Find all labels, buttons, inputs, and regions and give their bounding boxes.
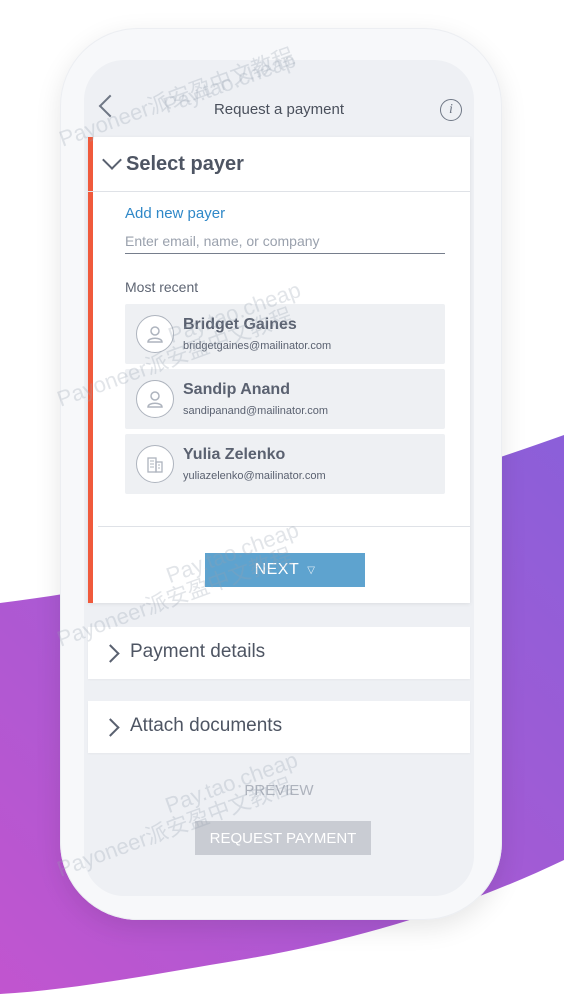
triangle-down-icon: ▽ [307,564,316,576]
app-screen: Request a payment i Select payer Add new… [84,60,474,896]
select-payer-card: Select payer Add new payer Most recent B… [88,137,470,603]
chevron-right-icon [101,644,120,663]
source-watermark: 搜狐号@陶七谷 [454,966,552,982]
chevron-right-icon [101,718,120,737]
payment-details-title: Payment details [130,641,266,662]
preview-link[interactable]: PREVIEW [84,782,474,799]
payer-name: Yulia Zelenko [183,446,286,463]
info-icon[interactable]: i [440,99,462,121]
app-header: Request a payment i [84,60,474,132]
section-divider [98,526,470,527]
building-icon [136,445,174,483]
person-icon [136,315,174,353]
payer-email: yuliazelenko@mailinator.com [183,470,326,482]
chevron-down-icon [102,150,122,170]
payer-name: Bridget Gaines [183,316,297,333]
request-payment-button[interactable]: REQUEST PAYMENT [195,821,371,855]
select-payer-header[interactable]: Select payer [88,137,470,192]
recent-payers-list: Bridget Gaines bridgetgaines@mailinator.… [125,304,445,499]
payer-item-yulia-zelenko[interactable]: Yulia Zelenko yuliazelenko@mailinator.co… [125,434,445,494]
payer-email: bridgetgaines@mailinator.com [183,340,332,352]
attach-documents-section[interactable]: Attach documents [88,701,470,753]
attach-documents-title: Attach documents [130,715,283,736]
payer-item-bridget-gaines[interactable]: Bridget Gaines bridgetgaines@mailinator.… [125,304,445,364]
payer-search-input[interactable] [125,229,445,254]
select-payer-title: Select payer [126,153,244,175]
payment-details-section[interactable]: Payment details [88,627,470,679]
next-button[interactable]: NEXT ▽ [205,553,365,587]
active-section-indicator [88,137,93,603]
most-recent-label: Most recent [125,279,199,295]
add-new-payer-label: Add new payer [125,205,226,222]
person-icon [136,380,174,418]
payer-email: sandipanand@mailinator.com [183,405,329,417]
payer-name: Sandip Anand [183,381,290,398]
payer-item-sandip-anand[interactable]: Sandip Anand sandipanand@mailinator.com [125,369,445,429]
page-title: Request a payment [213,101,345,118]
next-button-label: NEXT [254,561,300,578]
